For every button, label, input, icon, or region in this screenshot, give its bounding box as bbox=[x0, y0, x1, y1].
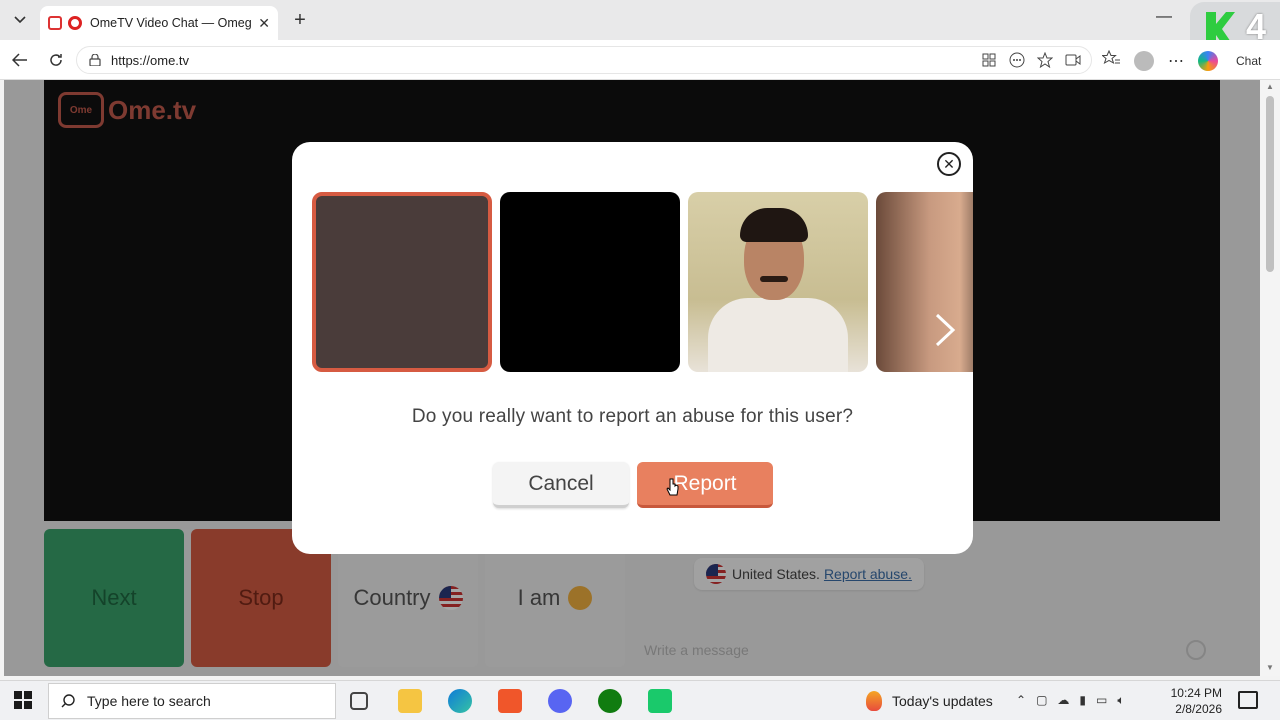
tab-title: OmeTV Video Chat — Omegle bbox=[90, 16, 253, 30]
chevron-up-icon[interactable]: ⌃ bbox=[1016, 693, 1026, 708]
more-tools-icon[interactable] bbox=[1009, 52, 1025, 68]
edge-icon[interactable] bbox=[448, 689, 472, 713]
xbox-icon[interactable] bbox=[598, 689, 622, 713]
snapshot-thumbnail[interactable] bbox=[500, 192, 680, 372]
scroll-down-icon[interactable]: ▼ bbox=[1266, 663, 1274, 672]
news-widget[interactable]: Today's updates bbox=[866, 691, 993, 711]
notification-icon[interactable] bbox=[1238, 691, 1258, 709]
browser-toolbar: https://ome.tv ⋯ Chat bbox=[0, 40, 1280, 80]
report-question: Do you really want to report an abuse fo… bbox=[411, 406, 854, 427]
browser-tabstrip: OmeTV Video Chat — Omegle ✕ + — 4 bbox=[0, 0, 1280, 56]
cancel-button[interactable]: Cancel bbox=[493, 462, 629, 508]
tab-actions-icon[interactable] bbox=[8, 8, 32, 32]
tab-favicon-icon bbox=[48, 16, 62, 30]
snapshot-carousel bbox=[312, 192, 973, 372]
snapshot-thumbnail-selected[interactable] bbox=[312, 192, 492, 372]
taskbar-search[interactable]: Type here to search bbox=[48, 683, 336, 719]
brave-icon[interactable] bbox=[498, 689, 522, 713]
system-clock[interactable]: 10:24 PM 2/8/2026 bbox=[1160, 685, 1222, 717]
tray-app-icon[interactable]: ▢ bbox=[1036, 693, 1047, 708]
lock-icon bbox=[89, 54, 101, 66]
profile-avatar[interactable] bbox=[1134, 50, 1154, 71]
recording-icon bbox=[68, 16, 82, 30]
snapshot-thumbnail[interactable] bbox=[876, 192, 973, 372]
windows-start-icon[interactable] bbox=[14, 691, 32, 709]
news-flame-icon bbox=[866, 691, 882, 711]
favorite-star-icon[interactable] bbox=[1036, 51, 1054, 69]
person-hair bbox=[740, 208, 808, 242]
onedrive-icon[interactable]: ☁ bbox=[1057, 693, 1069, 708]
mouse-cursor-icon bbox=[666, 478, 679, 496]
news-label: Today's updates bbox=[892, 693, 993, 709]
volume-icon[interactable]: 🔈︎ bbox=[1117, 693, 1124, 708]
chevron-right-icon[interactable] bbox=[934, 312, 956, 357]
search-placeholder: Type here to search bbox=[87, 693, 211, 709]
settings-more-icon[interactable]: ⋯ bbox=[1168, 51, 1184, 71]
search-icon bbox=[61, 694, 75, 708]
clock-date: 2/8/2026 bbox=[1175, 702, 1222, 716]
minimize-icon[interactable]: — bbox=[1156, 8, 1172, 26]
file-explorer-icon[interactable] bbox=[398, 689, 422, 713]
scroll-up-icon[interactable]: ▲ bbox=[1266, 82, 1274, 91]
task-view-icon[interactable] bbox=[350, 692, 368, 710]
clock-time: 10:24 PM bbox=[1170, 686, 1222, 700]
person-shirt bbox=[708, 298, 848, 372]
scrollbar-thumb[interactable] bbox=[1266, 96, 1274, 272]
discord-icon[interactable] bbox=[548, 689, 572, 713]
system-tray: ⌃ ▢ ☁ ▮ ▭ 🔈︎ bbox=[1016, 693, 1125, 708]
person-mustache bbox=[760, 276, 788, 282]
battery-icon[interactable]: ▮ bbox=[1079, 693, 1086, 708]
address-bar[interactable]: https://ome.tv bbox=[76, 46, 1092, 74]
tab-close-icon[interactable]: ✕ bbox=[258, 15, 270, 32]
network-icon[interactable]: ▭ bbox=[1096, 693, 1107, 708]
apps-icon[interactable] bbox=[981, 52, 997, 68]
copilot-chat-label[interactable]: Chat bbox=[1236, 54, 1261, 68]
close-dialog-icon[interactable]: ✕ bbox=[937, 152, 961, 176]
video-icon[interactable] bbox=[1065, 52, 1081, 68]
snapshot-thumbnail[interactable] bbox=[688, 192, 868, 372]
report-dialog: ✕ Do you really want to report an abuse … bbox=[292, 142, 973, 554]
app-icon[interactable] bbox=[648, 689, 672, 713]
copilot-icon[interactable] bbox=[1198, 50, 1218, 71]
report-button[interactable]: Report bbox=[637, 462, 773, 508]
url-text: https://ome.tv bbox=[111, 52, 190, 68]
favorites-icon[interactable] bbox=[1101, 49, 1120, 71]
refresh-icon[interactable] bbox=[46, 50, 66, 70]
page-scrollbar[interactable]: ▲ ▼ bbox=[1260, 80, 1280, 676]
back-icon[interactable] bbox=[10, 50, 30, 70]
new-tab-button[interactable]: + bbox=[288, 8, 312, 32]
windows-taskbar: Type here to search Today's updates ⌃ ▢ … bbox=[0, 680, 1280, 720]
tab-ometv[interactable]: OmeTV Video Chat — Omegle ✕ bbox=[40, 6, 278, 40]
